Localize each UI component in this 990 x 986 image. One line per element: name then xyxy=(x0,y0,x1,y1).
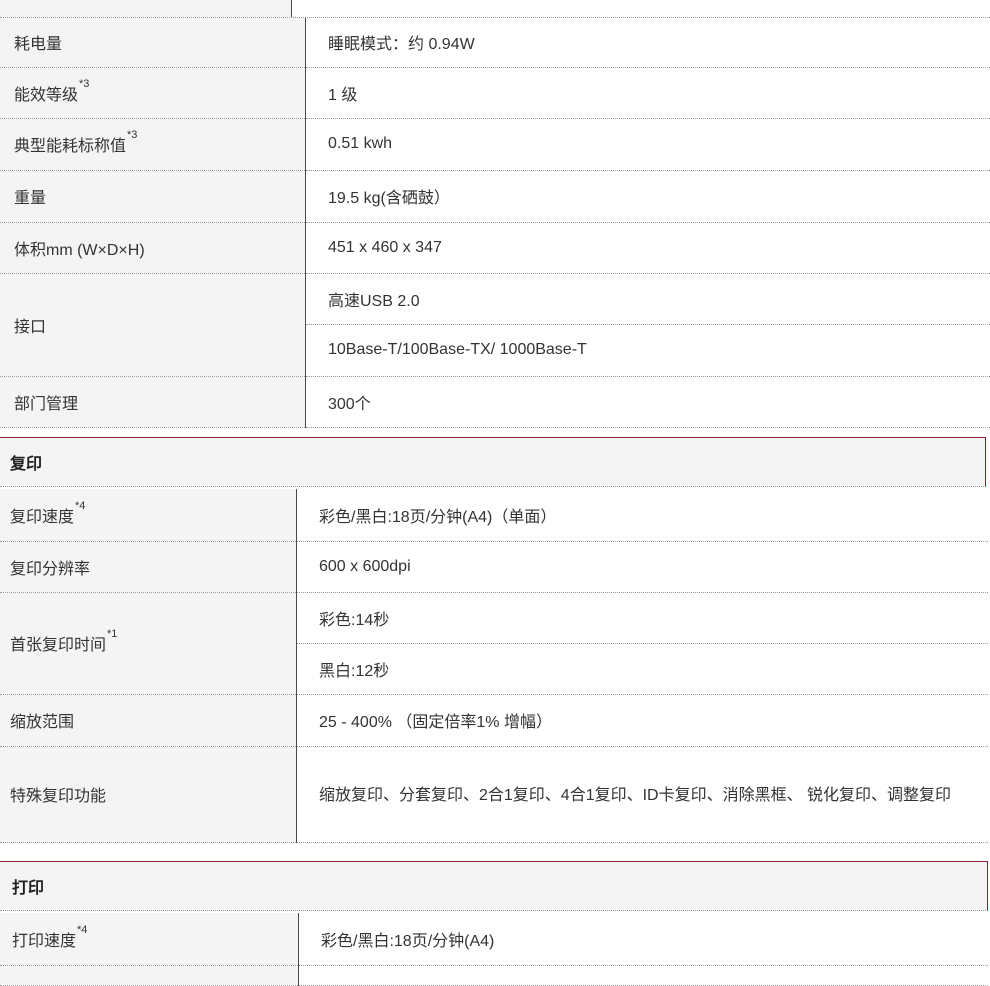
row-label: 打印速度*4 xyxy=(0,913,299,965)
section-title: 复印 xyxy=(10,450,42,474)
partial-row-top xyxy=(0,0,990,18)
table-row: 打印速度*4 彩色/黑白:18页/分钟(A4) xyxy=(0,913,988,965)
table-row: 重量 19.5 kg(含硒鼓） xyxy=(0,170,990,222)
general-spec-block: 耗电量 睡眠模式：约 0.94W 能效等级*3 1 级 典型能耗标称值*3 0.… xyxy=(0,18,990,428)
row-label xyxy=(0,965,299,985)
row-label: 重量 xyxy=(0,170,306,222)
footnote-marker: *3 xyxy=(127,129,137,141)
general-spec-table: 耗电量 睡眠模式：约 0.94W 能效等级*3 1 级 典型能耗标称值*3 0.… xyxy=(0,18,990,428)
table-row: 首张复印时间*1 彩色:14秒 xyxy=(0,592,988,643)
table-row: 体积mm (W×D×H) 451 x 460 x 347 xyxy=(0,222,990,273)
row-value: 彩色:14秒 xyxy=(297,592,989,643)
row-label: 典型能耗标称值*3 xyxy=(0,118,306,170)
row-label: 体积mm (W×D×H) xyxy=(0,222,306,273)
row-label: 复印分辨率 xyxy=(0,541,297,592)
row-value: 451 x 460 x 347 xyxy=(306,222,990,273)
row-label: 特殊复印功能 xyxy=(0,746,297,842)
row-value: 黑白:12秒 xyxy=(297,643,989,694)
row-label: 缩放范围 xyxy=(0,694,297,746)
row-value: 缩放复印、分套复印、2合1复印、4合1复印、ID卡复印、消除黑框、 锐化复印、调… xyxy=(297,746,989,842)
table-row: 复印速度*4 彩色/黑白:18页/分钟(A4)（单面） xyxy=(0,489,988,541)
section-header-print: 打印 xyxy=(0,861,988,911)
row-value: 彩色/黑白:18页/分钟(A4) xyxy=(299,913,989,965)
row-value: 0.51 kwh xyxy=(306,118,990,170)
table-row: 耗电量 睡眠模式：约 0.94W xyxy=(0,18,990,67)
footnote-marker: *4 xyxy=(77,924,87,936)
row-value: 睡眠模式：约 0.94W xyxy=(306,18,990,67)
table-row: 能效等级*3 1 级 xyxy=(0,67,990,118)
row-label: 接口 xyxy=(0,273,306,376)
row-value: 彩色/黑白:18页/分钟(A4)（单面） xyxy=(297,489,989,541)
row-value: 25 - 400% （固定倍率1% 增幅） xyxy=(297,694,989,746)
row-value: 600 x 600dpi xyxy=(297,541,989,592)
table-row: 接口 高速USB 2.0 xyxy=(0,273,990,324)
row-value: 10Base-T/100Base-TX/ 1000Base-T xyxy=(306,324,990,376)
footnote-marker: *4 xyxy=(75,500,85,512)
table-row: 典型能耗标称值*3 0.51 kwh xyxy=(0,118,990,170)
row-value: 300个 xyxy=(306,376,990,427)
table-row xyxy=(0,965,988,985)
row-label: 复印速度*4 xyxy=(0,489,297,541)
footnote-marker: *3 xyxy=(79,78,89,90)
copy-spec-block: 复印速度*4 彩色/黑白:18页/分钟(A4)（单面） 复印分辨率 600 x … xyxy=(0,489,988,843)
row-label: 部门管理 xyxy=(0,376,306,427)
table-row: 缩放范围 25 - 400% （固定倍率1% 增幅） xyxy=(0,694,988,746)
table-row: 部门管理 300个 xyxy=(0,376,990,427)
row-label: 耗电量 xyxy=(0,18,306,67)
row-label: 能效等级*3 xyxy=(0,67,306,118)
section-header-copy: 复印 xyxy=(0,437,986,487)
row-value: 1 级 xyxy=(306,67,990,118)
row-label: 首张复印时间*1 xyxy=(0,592,297,694)
copy-spec-table: 复印速度*4 彩色/黑白:18页/分钟(A4)（单面） 复印分辨率 600 x … xyxy=(0,489,988,843)
section-title: 打印 xyxy=(12,874,44,898)
row-value xyxy=(299,965,989,985)
table-row: 复印分辨率 600 x 600dpi xyxy=(0,541,988,592)
partial-row-label-cell xyxy=(0,0,292,17)
row-value: 高速USB 2.0 xyxy=(306,273,990,324)
table-row: 特殊复印功能 缩放复印、分套复印、2合1复印、4合1复印、ID卡复印、消除黑框、… xyxy=(0,746,988,842)
footnote-marker: *1 xyxy=(107,628,117,640)
row-value: 19.5 kg(含硒鼓） xyxy=(306,170,990,222)
